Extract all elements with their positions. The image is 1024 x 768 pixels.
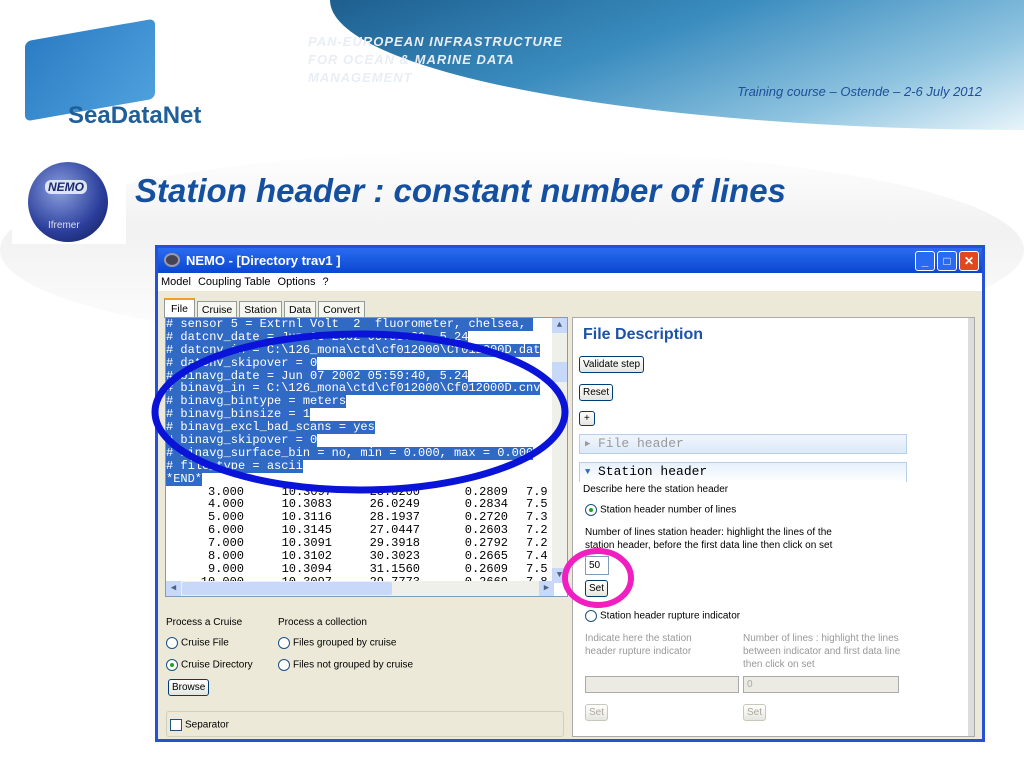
- blue-highlight-ellipse: [151, 330, 569, 494]
- magenta-highlight-ellipse: [562, 548, 634, 608]
- annotation-overlay: [151, 330, 634, 608]
